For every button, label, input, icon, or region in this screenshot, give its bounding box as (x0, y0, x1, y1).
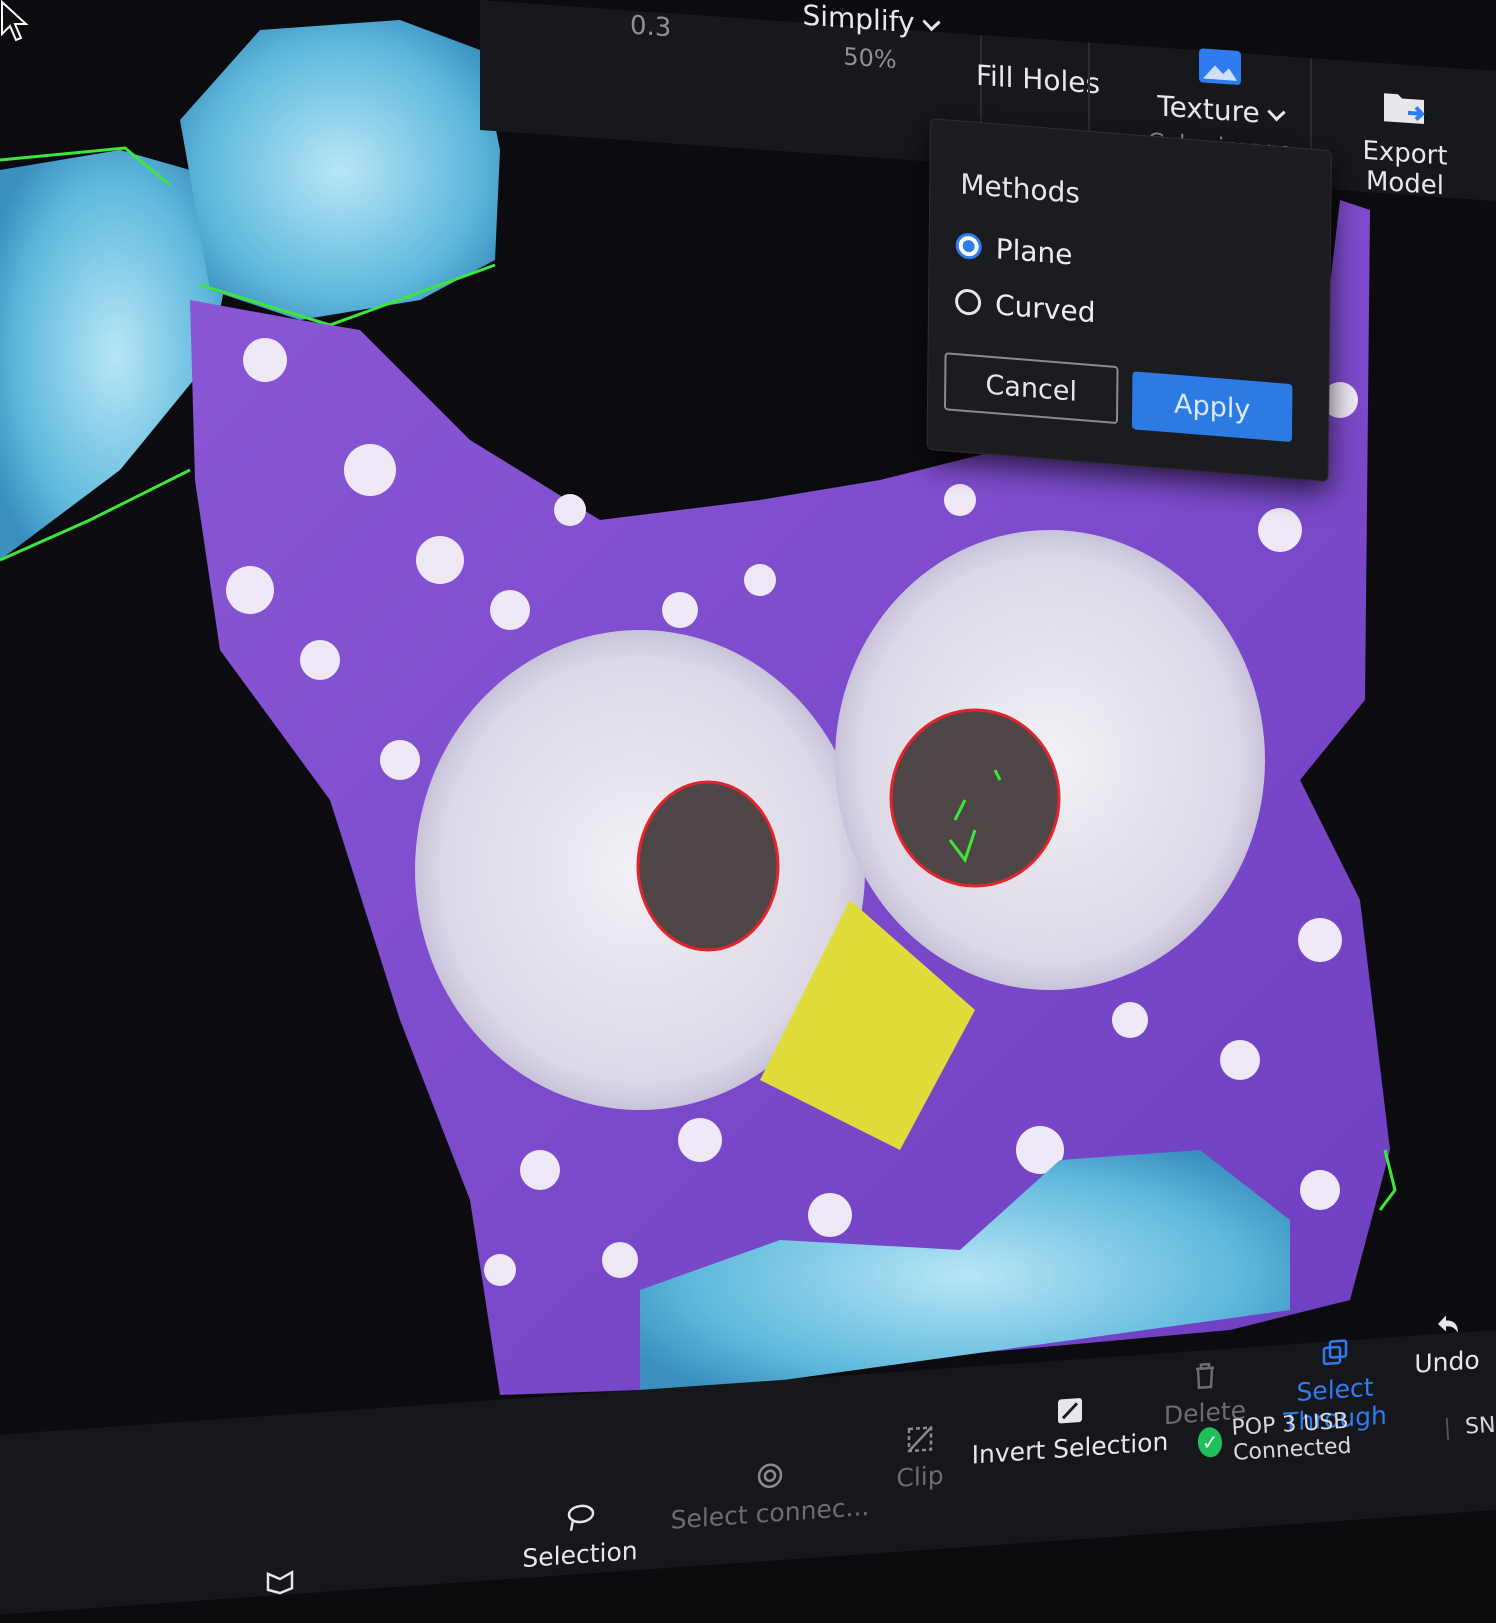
mesh-tool-button[interactable] (250, 1563, 310, 1605)
bow-right (180, 20, 500, 320)
fill-holes-popup: Methods Plane Curved Cancel Apply (926, 118, 1332, 483)
radio-checked-icon[interactable] (955, 232, 982, 261)
undo-icon (1438, 1315, 1458, 1333)
radio-unchecked-icon[interactable] (954, 288, 982, 317)
apply-button[interactable]: Apply (1131, 371, 1293, 443)
undo-button[interactable]: Undo (1412, 1307, 1482, 1379)
invert-icon (1058, 1398, 1082, 1424)
hole-right (889, 708, 1061, 888)
fill-holes-button[interactable]: Fill Holes (948, 57, 1128, 103)
export-model-button[interactable]: Export Model (1330, 83, 1480, 203)
select-connected-button[interactable]: Select connec... (660, 1453, 880, 1535)
invert-selection-button[interactable]: Invert Selection (970, 1389, 1170, 1470)
methods-title: Methods (960, 167, 1081, 211)
mouse-cursor-icon (1, 0, 29, 42)
chevron-down-icon (921, 12, 941, 32)
parameter-value: 0.3 (630, 10, 672, 44)
cancel-button[interactable]: Cancel (943, 352, 1119, 425)
folder-export-icon (1384, 93, 1425, 125)
lasso-icon (567, 1504, 595, 1531)
clip-button[interactable]: Clip (880, 1421, 960, 1494)
method-plane-option[interactable]: Plane (955, 225, 1073, 274)
chevron-down-icon (1267, 102, 1286, 122)
mesh-icon (266, 1570, 294, 1595)
image-icon (1199, 48, 1241, 85)
clip-icon (907, 1426, 933, 1453)
method-curved-option[interactable]: Curved (954, 281, 1096, 332)
selection-tool-button[interactable]: Selection (500, 1496, 660, 1574)
simplify-dropdown[interactable]: Simplify 50% (780, 0, 960, 79)
trash-icon (1196, 1362, 1214, 1390)
connect-icon (757, 1463, 783, 1489)
layers-icon (1322, 1339, 1348, 1366)
hole-left (636, 780, 780, 952)
check-circle-icon: ✓ (1197, 1426, 1224, 1458)
